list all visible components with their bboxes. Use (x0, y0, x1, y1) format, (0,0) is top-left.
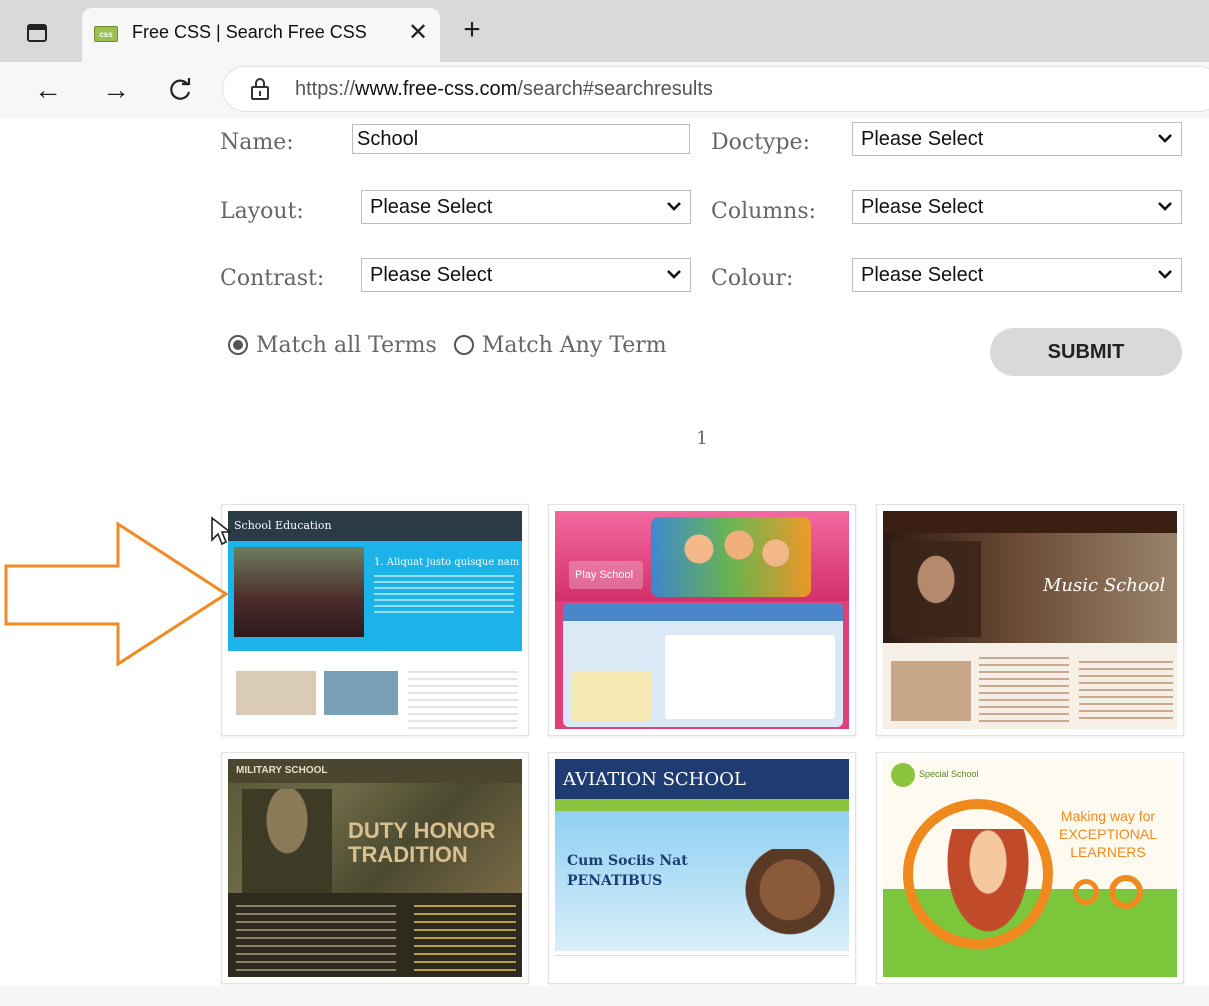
name-input[interactable]: School (352, 124, 690, 154)
tab-actions-button[interactable] (20, 18, 54, 48)
annotation-arrow-icon (4, 521, 229, 667)
columns-label: Columns: (711, 199, 817, 224)
layout-label: Layout: (220, 199, 304, 224)
template-subheading: Cum Sociis Nat PENATIBUS (567, 853, 688, 889)
navigation-bar: ← → https://www.free-css.com/search#sear… (0, 62, 1209, 118)
template-heading: Special School (919, 769, 979, 779)
match-any-radio[interactable] (453, 335, 474, 355)
chevron-down-icon (1158, 270, 1172, 279)
bottom-edge (0, 986, 1209, 1006)
name-label: Name: (220, 130, 294, 155)
template-thumbnail-school-education[interactable]: School Education 1. Aliquat justo quisqu… (221, 504, 529, 736)
tab-close-icon[interactable]: ✕ (404, 18, 432, 46)
chevron-down-icon (667, 270, 681, 279)
colour-select[interactable]: Please Select (852, 258, 1182, 292)
doctype-select[interactable]: Please Select (852, 122, 1182, 156)
columns-select[interactable]: Please Select (852, 190, 1182, 224)
pagination-page-1[interactable]: 1 (690, 428, 714, 449)
url-text: https://www.free-css.com/search#searchre… (295, 78, 713, 100)
template-thumbnail-military-school[interactable]: MILITARY SCHOOL DUTY HONOR TRADITION (221, 752, 529, 984)
chevron-down-icon (667, 202, 681, 211)
match-any-label: Match Any Term (481, 332, 667, 358)
colour-label: Colour: (711, 266, 794, 291)
match-all-radio[interactable] (228, 335, 248, 355)
new-tab-plus-icon[interactable]: + (456, 13, 488, 46)
mouse-cursor-icon (211, 516, 232, 546)
template-thumbnail-special-school[interactable]: Special School Making way for EXCEPTIONA… (876, 752, 1184, 984)
forward-arrow-icon[interactable]: → (98, 72, 134, 108)
tab-bar: css Free CSS | Search Free CSS ✕ + (0, 0, 1209, 62)
template-heading: Music School (1043, 575, 1166, 596)
template-thumbnail-aviation-school[interactable]: AVIATION SCHOOL Cum Sociis Nat PENATIBUS (548, 752, 856, 984)
template-heading: Play School (575, 569, 634, 581)
address-bar[interactable]: https://www.free-css.com/search#searchre… (222, 66, 1209, 112)
template-subheading: 1. Aliquat justo quisque nam (374, 557, 520, 568)
back-arrow-icon[interactable]: ← (30, 72, 66, 108)
contrast-label: Contrast: (220, 266, 325, 291)
active-tab[interactable]: css Free CSS | Search Free CSS ✕ (82, 8, 440, 62)
layout-select[interactable]: Please Select (361, 190, 691, 224)
refresh-icon[interactable] (162, 72, 198, 108)
lock-icon[interactable] (251, 78, 269, 100)
template-thumbnail-music-school[interactable]: Music School (876, 504, 1184, 736)
chevron-down-icon (1158, 134, 1172, 143)
contrast-select[interactable]: Please Select (361, 258, 691, 292)
doctype-label: Doctype: (711, 130, 810, 155)
template-subheading: Making way for EXCEPTIONAL LEARNERS (1058, 808, 1158, 860)
template-thumbnail-play-school[interactable]: Play School (548, 504, 856, 736)
template-heading: School Education (234, 519, 332, 532)
match-options: Match all Terms Match Any Term (228, 332, 677, 364)
tab-actions-icon (27, 24, 47, 42)
template-heading: MILITARY SCHOOL (236, 765, 328, 776)
tab-title: Free CSS | Search Free CSS (132, 22, 367, 42)
template-heading: AVIATION SCHOOL (563, 769, 746, 790)
template-subheading: DUTY HONOR TRADITION (348, 818, 496, 867)
css-favicon-icon: css (94, 26, 118, 42)
submit-button[interactable]: SUBMIT (990, 328, 1182, 376)
chevron-down-icon (1158, 202, 1172, 211)
match-all-label: Match all Terms (256, 332, 437, 358)
